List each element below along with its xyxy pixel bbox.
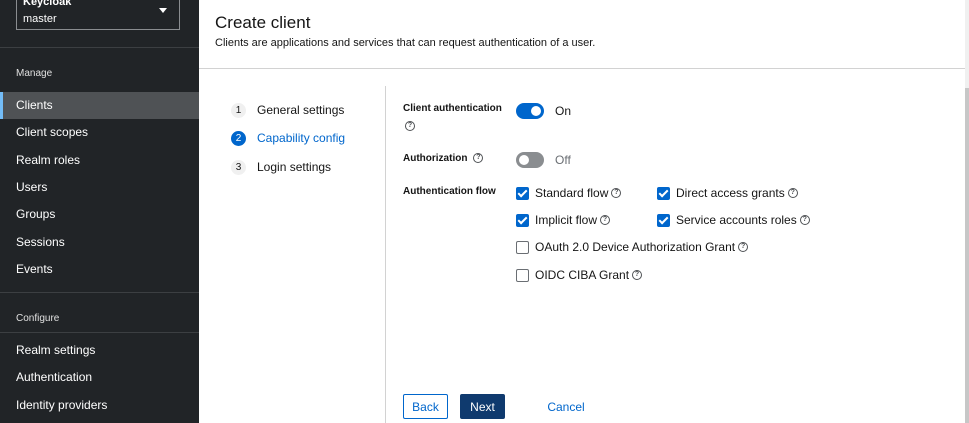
client-authentication-label: Client authentication bbox=[403, 103, 502, 114]
realm-selector-value: master bbox=[23, 13, 57, 25]
standard-flow-checkbox[interactable] bbox=[516, 186, 529, 200]
authentication-flow-label: Authentication flow bbox=[403, 186, 496, 197]
authorization-label-text: Authorization bbox=[403, 153, 468, 164]
sidebar-divider bbox=[0, 332, 199, 333]
standard-flow-option[interactable]: Standard flow ? bbox=[516, 185, 622, 201]
sidebar: Keycloak master Manage Clients Client sc… bbox=[0, 0, 199, 423]
oauth-device-grant-label: OAuth 2.0 Device Authorization Grant bbox=[535, 240, 736, 254]
page-subtitle: Clients are applications and services th… bbox=[215, 37, 596, 49]
client-authentication-toggle[interactable] bbox=[516, 103, 544, 119]
client-authentication-state: On bbox=[555, 104, 572, 118]
nav-section-manage: Manage bbox=[16, 68, 53, 79]
service-accounts-roles-option[interactable]: Service accounts roles ? bbox=[657, 212, 810, 228]
help-icon[interactable]: ? bbox=[632, 270, 643, 280]
wizard-step-capability-config[interactable]: 2 Capability config bbox=[231, 129, 345, 147]
help-icon[interactable]: ? bbox=[799, 215, 810, 225]
scrollbar-thumb[interactable] bbox=[965, 88, 969, 423]
sidebar-item-sessions[interactable]: Sessions bbox=[0, 229, 199, 256]
sidebar-item-authentication[interactable]: Authentication bbox=[0, 364, 199, 391]
sidebar-item-identity-providers[interactable]: Identity providers bbox=[0, 392, 199, 419]
help-icon[interactable]: ? bbox=[738, 242, 749, 252]
realm-selector[interactable]: Keycloak master bbox=[16, 0, 180, 30]
direct-access-grants-checkbox[interactable] bbox=[657, 186, 670, 200]
direct-access-grants-label: Direct access grants bbox=[676, 186, 785, 200]
authorization-label: Authorization? bbox=[403, 153, 484, 164]
service-accounts-roles-label: Service accounts roles bbox=[676, 213, 797, 227]
help-icon[interactable]: ? bbox=[405, 121, 415, 131]
caret-down-icon bbox=[159, 8, 167, 13]
realm-selector-label: Keycloak bbox=[23, 0, 72, 8]
toggle-knob bbox=[531, 106, 541, 116]
sidebar-item-users[interactable]: Users bbox=[0, 174, 199, 201]
service-accounts-roles-checkbox[interactable] bbox=[657, 213, 670, 227]
sidebar-divider bbox=[0, 292, 199, 293]
implicit-flow-label: Implicit flow bbox=[535, 213, 598, 227]
nav-section-configure: Configure bbox=[16, 313, 60, 324]
direct-access-grants-option[interactable]: Direct access grants ? bbox=[657, 185, 798, 201]
wizard-divider bbox=[385, 86, 386, 423]
help-icon[interactable]: ? bbox=[600, 215, 611, 225]
page-title: Create client bbox=[215, 13, 311, 32]
wizard-steps: 1 General settings 2 Capability config 3… bbox=[199, 69, 385, 423]
step-number: 3 bbox=[231, 159, 246, 175]
authorization-toggle[interactable] bbox=[516, 152, 544, 168]
sidebar-item-realm-settings[interactable]: Realm settings bbox=[0, 337, 199, 364]
step-label: Capability config bbox=[257, 131, 346, 145]
sidebar-item-groups[interactable]: Groups bbox=[0, 201, 199, 228]
wizard-step-general-settings[interactable]: 1 General settings bbox=[231, 101, 344, 119]
page-header: Create client Clients are applications a… bbox=[199, 0, 965, 69]
sidebar-item-clients[interactable]: Clients bbox=[0, 92, 199, 119]
cancel-button[interactable]: Cancel bbox=[541, 394, 591, 419]
authorization-state: Off bbox=[555, 153, 571, 167]
sidebar-item-client-scopes[interactable]: Client scopes bbox=[0, 119, 199, 146]
sidebar-item-events[interactable]: Events bbox=[0, 256, 199, 283]
next-button[interactable]: Next bbox=[460, 394, 505, 419]
sidebar-divider bbox=[0, 47, 199, 48]
step-number: 2 bbox=[231, 130, 246, 146]
oauth-device-grant-checkbox[interactable] bbox=[516, 240, 529, 254]
oidc-ciba-grant-checkbox[interactable] bbox=[516, 268, 529, 282]
implicit-flow-option[interactable]: Implicit flow ? bbox=[516, 212, 611, 228]
oidc-ciba-grant-option[interactable]: OIDC CIBA Grant ? bbox=[516, 267, 643, 283]
sidebar-item-realm-roles[interactable]: Realm roles bbox=[0, 147, 199, 174]
wizard-step-login-settings[interactable]: 3 Login settings bbox=[231, 158, 331, 176]
toggle-knob bbox=[519, 155, 529, 165]
oauth-device-grant-option[interactable]: OAuth 2.0 Device Authorization Grant ? bbox=[516, 239, 749, 255]
back-button[interactable]: Back bbox=[403, 394, 448, 419]
step-label: General settings bbox=[257, 103, 345, 117]
help-icon[interactable]: ? bbox=[787, 188, 798, 198]
standard-flow-label: Standard flow bbox=[535, 186, 609, 200]
implicit-flow-checkbox[interactable] bbox=[516, 213, 529, 227]
help-icon[interactable]: ? bbox=[473, 153, 484, 164]
oidc-ciba-grant-label: OIDC CIBA Grant bbox=[535, 268, 630, 282]
help-icon[interactable]: ? bbox=[611, 188, 622, 198]
step-number: 1 bbox=[231, 102, 246, 118]
step-label: Login settings bbox=[257, 160, 332, 174]
